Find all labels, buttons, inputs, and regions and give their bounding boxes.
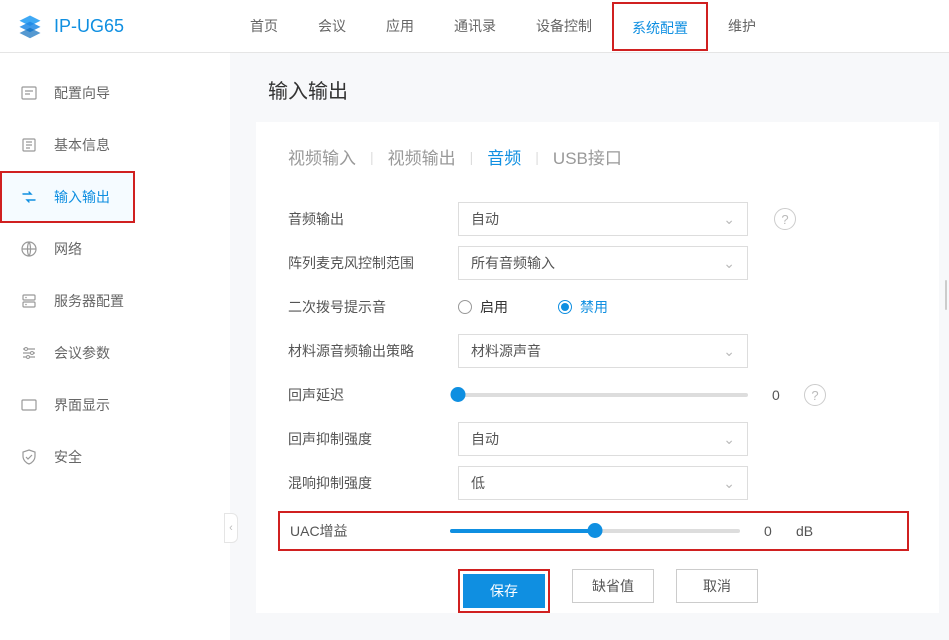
echo-delay-value: 0 — [772, 387, 792, 403]
nav-maintenance[interactable]: 维护 — [708, 0, 776, 53]
chevron-down-icon: ⌄ — [723, 343, 735, 360]
sidebar-item-label: 基本信息 — [54, 135, 110, 155]
cancel-button[interactable]: 取消 — [676, 569, 758, 603]
info-icon — [20, 136, 38, 154]
tab-usb[interactable]: USB接口 — [553, 144, 622, 169]
sidebar-item-wizard[interactable]: 配置向导 — [0, 67, 230, 119]
label-echo-delay: 回声延迟 — [288, 385, 458, 405]
sidebar: 配置向导 基本信息 输入输出 网络 服务器配置 — [0, 53, 230, 640]
shield-icon — [20, 448, 38, 466]
sidebar-item-network[interactable]: 网络 — [0, 223, 230, 275]
chevron-down-icon: ⌄ — [723, 475, 735, 492]
chevron-down-icon: ⌄ — [723, 431, 735, 448]
label-echo-suppress: 回声抑制强度 — [288, 429, 458, 449]
chevron-down-icon: ⌄ — [723, 255, 735, 272]
save-button[interactable]: 保存 — [463, 574, 545, 608]
slider-echo-delay[interactable] — [458, 393, 748, 397]
page-title: 输入输出 — [230, 75, 949, 122]
label-secondary-dial-tone: 二次拨号提示音 — [288, 297, 458, 317]
sidebar-item-label: 服务器配置 — [54, 291, 124, 311]
globe-icon — [20, 240, 38, 258]
display-icon — [20, 396, 38, 414]
radio-disable[interactable]: 禁用 — [558, 297, 608, 317]
scrollbar[interactable] — [945, 280, 947, 310]
nav-system-config[interactable]: 系统配置 — [612, 2, 708, 51]
nav-device-control[interactable]: 设备控制 — [516, 0, 612, 53]
label-mic-range: 阵列麦克风控制范围 — [288, 253, 458, 273]
sidebar-item-label: 输入输出 — [54, 187, 110, 207]
sidebar-item-label: 配置向导 — [54, 83, 110, 103]
radio-enable[interactable]: 启用 — [458, 297, 508, 317]
help-icon[interactable]: ? — [804, 384, 826, 406]
sidebar-item-basic-info[interactable]: 基本信息 — [0, 119, 230, 171]
select-mic-range[interactable]: 所有音频输入 ⌄ — [458, 246, 748, 280]
select-audio-output[interactable]: 自动 ⌄ — [458, 202, 748, 236]
sidebar-item-label: 界面显示 — [54, 395, 110, 415]
save-button-highlight: 保存 — [458, 569, 550, 613]
logo-icon — [16, 12, 44, 40]
label-reverb-suppress: 混响抑制强度 — [288, 473, 458, 493]
brand-name: IP-UG65 — [54, 16, 124, 37]
sidebar-item-display[interactable]: 界面显示 — [0, 379, 230, 431]
label-audio-output: 音频输出 — [288, 209, 458, 229]
nav-contacts[interactable]: 通讯录 — [434, 0, 516, 53]
nav-home[interactable]: 首页 — [230, 0, 298, 53]
tab-audio[interactable]: 音频 — [487, 144, 521, 169]
sidebar-item-io[interactable]: 输入输出 — [0, 171, 135, 223]
slider-thumb[interactable] — [451, 387, 466, 402]
select-echo-suppress[interactable]: 自动 ⌄ — [458, 422, 748, 456]
uac-gain-unit: dB — [796, 523, 813, 539]
tab-video-in[interactable]: 视频输入 — [288, 144, 356, 169]
sidebar-item-server[interactable]: 服务器配置 — [0, 275, 230, 327]
nav-meeting[interactable]: 会议 — [298, 0, 366, 53]
select-reverb-suppress[interactable]: 低 ⌄ — [458, 466, 748, 500]
tab-video-out[interactable]: 视频输出 — [388, 144, 456, 169]
help-icon[interactable]: ? — [774, 208, 796, 230]
label-uac-gain: UAC增益 — [290, 521, 450, 541]
server-icon — [20, 292, 38, 310]
wizard-icon — [20, 84, 38, 102]
sidebar-item-security[interactable]: 安全 — [0, 431, 230, 483]
defaults-button[interactable]: 缺省值 — [572, 569, 654, 603]
sidebar-collapse-handle[interactable]: ‹ — [224, 513, 238, 543]
sidebar-item-label: 安全 — [54, 447, 82, 467]
sliders-icon — [20, 344, 38, 362]
select-material-audio-policy[interactable]: 材料源声音 ⌄ — [458, 334, 748, 368]
io-icon — [20, 188, 38, 206]
slider-uac-gain[interactable] — [450, 529, 740, 533]
uac-gain-value: 0 — [764, 523, 784, 539]
sidebar-item-label: 网络 — [54, 239, 82, 259]
slider-thumb[interactable] — [588, 523, 603, 538]
sidebar-item-label: 会议参数 — [54, 343, 110, 363]
top-nav: 首页 会议 应用 通讯录 设备控制 系统配置 维护 — [230, 0, 776, 53]
chevron-down-icon: ⌄ — [723, 211, 735, 228]
sidebar-item-meeting-params[interactable]: 会议参数 — [0, 327, 230, 379]
nav-app[interactable]: 应用 — [366, 0, 434, 53]
label-material-audio-policy: 材料源音频输出策略 — [288, 341, 458, 361]
